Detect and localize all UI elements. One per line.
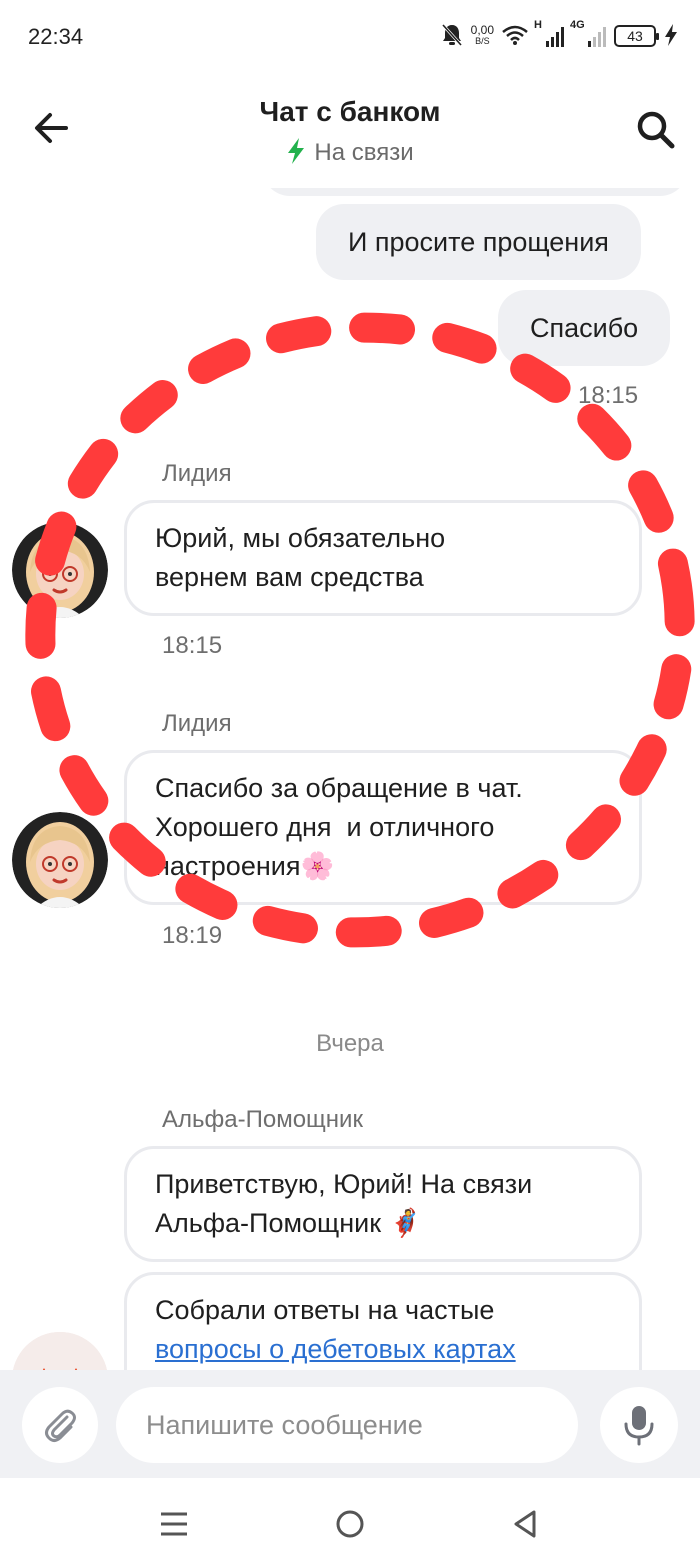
- message-bubble-outgoing[interactable]: И просите прощения: [316, 204, 641, 280]
- attach-button[interactable]: [22, 1387, 98, 1463]
- faq-link[interactable]: вопросы о дебетовых картах: [155, 1334, 516, 1364]
- charging-icon: [664, 23, 678, 49]
- menu-icon: [161, 1512, 187, 1536]
- message-composer: Напишите сообщение: [0, 1370, 700, 1478]
- message-time: 18:19: [162, 922, 223, 949]
- message-bubble-incoming[interactable]: Приветствую, Юрий! На связи Альфа-Помощн…: [124, 1146, 642, 1262]
- flower-emoji: 🌸: [300, 851, 335, 881]
- search-icon: [637, 111, 675, 149]
- message-input[interactable]: Напишите сообщение: [116, 1387, 578, 1463]
- message-bubble-incoming[interactable]: Юрий, мы обязательно вернем вам средства: [124, 500, 642, 616]
- message-bubble-incoming[interactable]: Спасибо за обращение в чат. Хорошего дня…: [124, 750, 642, 905]
- paperclip-icon: [45, 1409, 76, 1442]
- nav-back-button[interactable]: [506, 1506, 546, 1542]
- battery-level: 43: [627, 28, 643, 44]
- page-title: Чат с банком: [259, 96, 441, 127]
- avatar: [12, 522, 108, 618]
- bell-off-icon: [441, 23, 463, 50]
- battery-icon: 43: [614, 25, 659, 47]
- message-time: 18:15: [578, 382, 639, 409]
- message-line-text: настроения: [155, 851, 301, 881]
- status-time: 22:34: [28, 24, 84, 49]
- voice-button[interactable]: [600, 1387, 678, 1463]
- message-text: И просите прощения: [348, 226, 609, 257]
- avatar: [12, 812, 108, 908]
- triangle-back-icon: [514, 1510, 536, 1538]
- sender-name: Альфа-Помощник: [162, 1106, 363, 1133]
- signal-icon: H: [534, 19, 564, 47]
- status-icons: 0,00 B/S H 4G 43: [441, 19, 678, 52]
- hero-emoji: 🦸: [388, 1208, 423, 1238]
- nav-menu-button[interactable]: [154, 1506, 194, 1542]
- message-line: Приветствую, Юрий! На связи: [155, 1169, 533, 1199]
- network-speed: 0,00 B/S: [470, 23, 494, 47]
- message-line: Собрали ответы на частые: [155, 1295, 495, 1325]
- message-line: Хорошего дня и отличного: [155, 812, 495, 842]
- message-line-text: Альфа-Помощник: [155, 1208, 382, 1238]
- status-text: На связи: [314, 139, 414, 166]
- speed-value: 0,00: [470, 23, 494, 37]
- status-bar: 22:34 0,00 B/S H 4G 43: [0, 0, 700, 72]
- signal-label-2: 4G: [570, 19, 585, 31]
- message-line: Спасибо за обращение в чат.: [155, 773, 523, 803]
- message-time: 18:15: [162, 632, 223, 659]
- bolt-icon: [286, 138, 306, 171]
- microphone-icon: [624, 1406, 654, 1446]
- bot-avatar: [12, 1332, 108, 1370]
- sender-name: Лидия: [162, 710, 232, 737]
- signal-icon: 4G: [570, 19, 606, 47]
- chat-header: Чат с банком На связи: [0, 72, 700, 188]
- message-text: Спасибо: [530, 312, 639, 343]
- nav-home-button[interactable]: [330, 1506, 370, 1542]
- search-button[interactable]: [634, 108, 678, 152]
- speed-unit: B/S: [475, 36, 490, 46]
- date-divider: Вчера: [316, 1030, 384, 1057]
- message-bubble-outgoing[interactable]: Спасибо: [498, 290, 671, 366]
- message-bubble-incoming[interactable]: Собрали ответы на частые вопросы о дебет…: [124, 1272, 642, 1370]
- message-line: настроения🌸: [155, 847, 611, 886]
- home-circle-icon: [336, 1510, 364, 1538]
- message-input-placeholder: Напишите сообщение: [146, 1409, 423, 1440]
- system-nav-bar: [0, 1478, 700, 1567]
- signal-label-1: H: [534, 19, 542, 31]
- chat-status: На связи: [0, 138, 700, 171]
- wifi-icon: [502, 25, 528, 48]
- message-line: Альфа-Помощник 🦸: [155, 1204, 611, 1243]
- message-list[interactable]: И просите прощения Спасибо 18:15 Лидия Ю…: [0, 160, 700, 1370]
- sender-name: Лидия: [162, 460, 232, 487]
- message-line: вернем вам средства: [155, 562, 424, 592]
- message-line: Юрий, мы обязательно: [155, 523, 446, 553]
